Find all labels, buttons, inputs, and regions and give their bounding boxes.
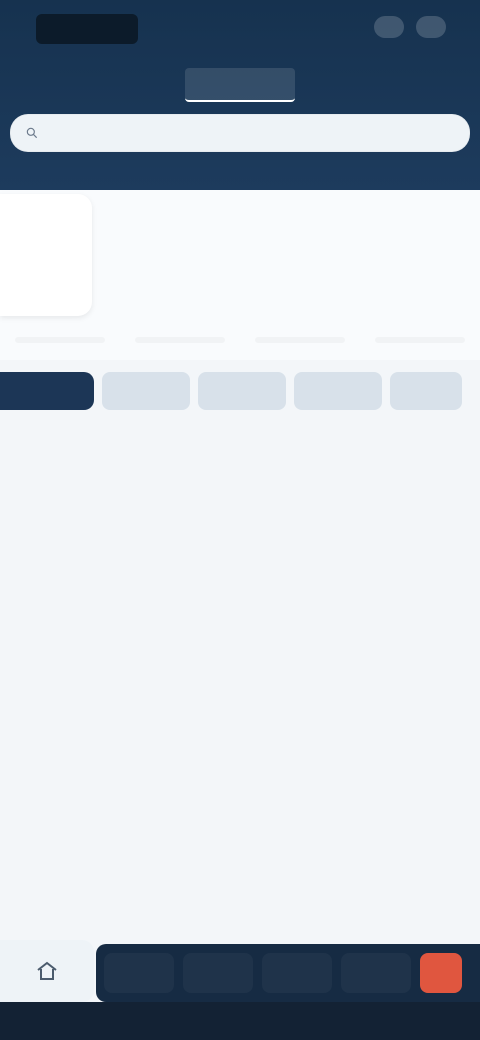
bottom-nav xyxy=(96,944,480,1002)
footer-bar xyxy=(0,1002,480,1040)
content-list xyxy=(0,445,480,935)
alert-button[interactable] xyxy=(420,953,462,993)
home-icon[interactable] xyxy=(34,958,60,984)
top-action-1[interactable] xyxy=(374,16,404,38)
tab-2[interactable] xyxy=(185,68,295,102)
profile-card xyxy=(0,190,480,360)
segment-4[interactable] xyxy=(294,372,382,410)
search-input[interactable] xyxy=(47,124,456,142)
bottom-left-panel xyxy=(0,940,94,1002)
segment-2[interactable] xyxy=(102,372,190,410)
app-root xyxy=(0,0,480,1040)
stat-chip-1 xyxy=(15,337,105,343)
tab-1[interactable] xyxy=(30,68,140,102)
segment-3[interactable] xyxy=(198,372,286,410)
stat-chip-2 xyxy=(135,337,225,343)
search-bar[interactable] xyxy=(10,114,470,152)
bottom-nav-item-2[interactable] xyxy=(183,953,253,993)
segment-bar xyxy=(0,372,480,410)
top-action-2[interactable] xyxy=(416,16,446,38)
status-bar xyxy=(0,0,480,56)
top-actions xyxy=(374,16,446,38)
stat-chip-3 xyxy=(255,337,345,343)
profile-stats xyxy=(0,326,480,354)
tab-3[interactable] xyxy=(340,68,450,102)
search-icon xyxy=(24,125,39,141)
brand-logo[interactable] xyxy=(36,14,138,44)
bottom-nav-item-1[interactable] xyxy=(104,953,174,993)
header xyxy=(0,0,480,190)
segment-5[interactable] xyxy=(390,372,462,410)
segment-1[interactable] xyxy=(0,372,94,410)
bottom-nav-item-3[interactable] xyxy=(262,953,332,993)
nav-tabs xyxy=(0,68,480,102)
bottom-nav-item-4[interactable] xyxy=(341,953,411,993)
avatar xyxy=(0,194,92,316)
list-item[interactable] xyxy=(18,841,462,843)
list-item[interactable] xyxy=(18,623,462,625)
stat-chip-4 xyxy=(375,337,465,343)
